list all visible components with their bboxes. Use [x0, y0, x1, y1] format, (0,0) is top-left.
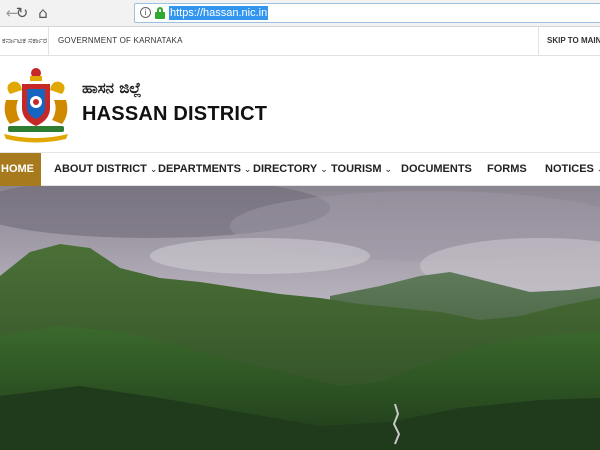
strip-divider	[48, 27, 49, 56]
nav-departments[interactable]: DEPARTMENTS ⌄	[158, 153, 251, 186]
nav-tourism-label: TOURISM	[331, 163, 382, 175]
nav-departments-label: DEPARTMENTS	[158, 163, 241, 175]
nav-directory[interactable]: DIRECTORY ⌄	[253, 153, 328, 186]
govt-strip: ಕರ್ನಾಟಕ ಸರ್ಕಾರ GOVERNMENT OF KARNATAKA S…	[0, 27, 600, 56]
strip-divider	[538, 27, 539, 56]
chevron-down-icon: ⌄	[320, 165, 328, 175]
chevron-down-icon: ⌄	[243, 165, 252, 175]
lock-icon[interactable]	[155, 7, 165, 19]
info-icon[interactable]: i	[140, 7, 151, 18]
nav-forms-label: FORMS	[487, 163, 527, 175]
hero-banner	[0, 186, 600, 450]
district-title: HASSAN DISTRICT	[82, 103, 268, 125]
karnataka-emblem-logo[interactable]	[0, 64, 72, 144]
address-bar[interactable]: i https://hassan.nic.in	[134, 3, 600, 23]
nav-about-district-label: ABOUT DISTRICT	[54, 163, 147, 175]
url-text[interactable]: https://hassan.nic.in	[169, 6, 269, 20]
government-label[interactable]: GOVERNMENT OF KARNATAKA	[58, 36, 183, 45]
nav-notices[interactable]: NOTICES⌄	[545, 153, 600, 186]
nav-documents-label: DOCUMENTS	[401, 163, 472, 175]
nav-tourism[interactable]: TOURISM ⌄	[331, 153, 392, 186]
nav-home-label: HOME	[1, 163, 34, 175]
nav-directory-label: DIRECTORY	[253, 163, 318, 175]
nav-home[interactable]: HOME	[0, 153, 41, 186]
home-icon[interactable]: ⌂	[33, 3, 53, 23]
skip-to-main-link[interactable]: SKIP TO MAIN	[547, 36, 600, 45]
kannada-govt-link[interactable]: ಕರ್ನಾಟಕ ಸರ್ಕಾರ	[2, 36, 47, 46]
main-navigation: HOME ABOUT DISTRICT ⌄ DEPARTMENTS ⌄ DIRECT…	[0, 152, 600, 186]
nav-documents[interactable]: DOCUMENTS	[401, 153, 472, 186]
chevron-down-icon: ⌄	[149, 165, 158, 175]
district-title-kannada: ಹಾಸನ ಜಿಲ್ಲೆ	[82, 79, 142, 97]
mountain-landscape-image	[0, 186, 600, 450]
reload-icon[interactable]: ↻	[12, 3, 32, 23]
chevron-down-icon: ⌄	[384, 165, 393, 175]
browser-toolbar: ← ↻ ⌂ i https://hassan.nic.in	[0, 0, 600, 27]
nav-forms[interactable]: FORMS	[487, 153, 527, 186]
site-header: ಹಾಸನ ಜಿಲ್ಲೆ HASSAN DISTRICT	[0, 56, 600, 152]
nav-notices-label: NOTICES	[545, 163, 594, 175]
nav-about-district[interactable]: ABOUT DISTRICT ⌄	[54, 153, 157, 186]
